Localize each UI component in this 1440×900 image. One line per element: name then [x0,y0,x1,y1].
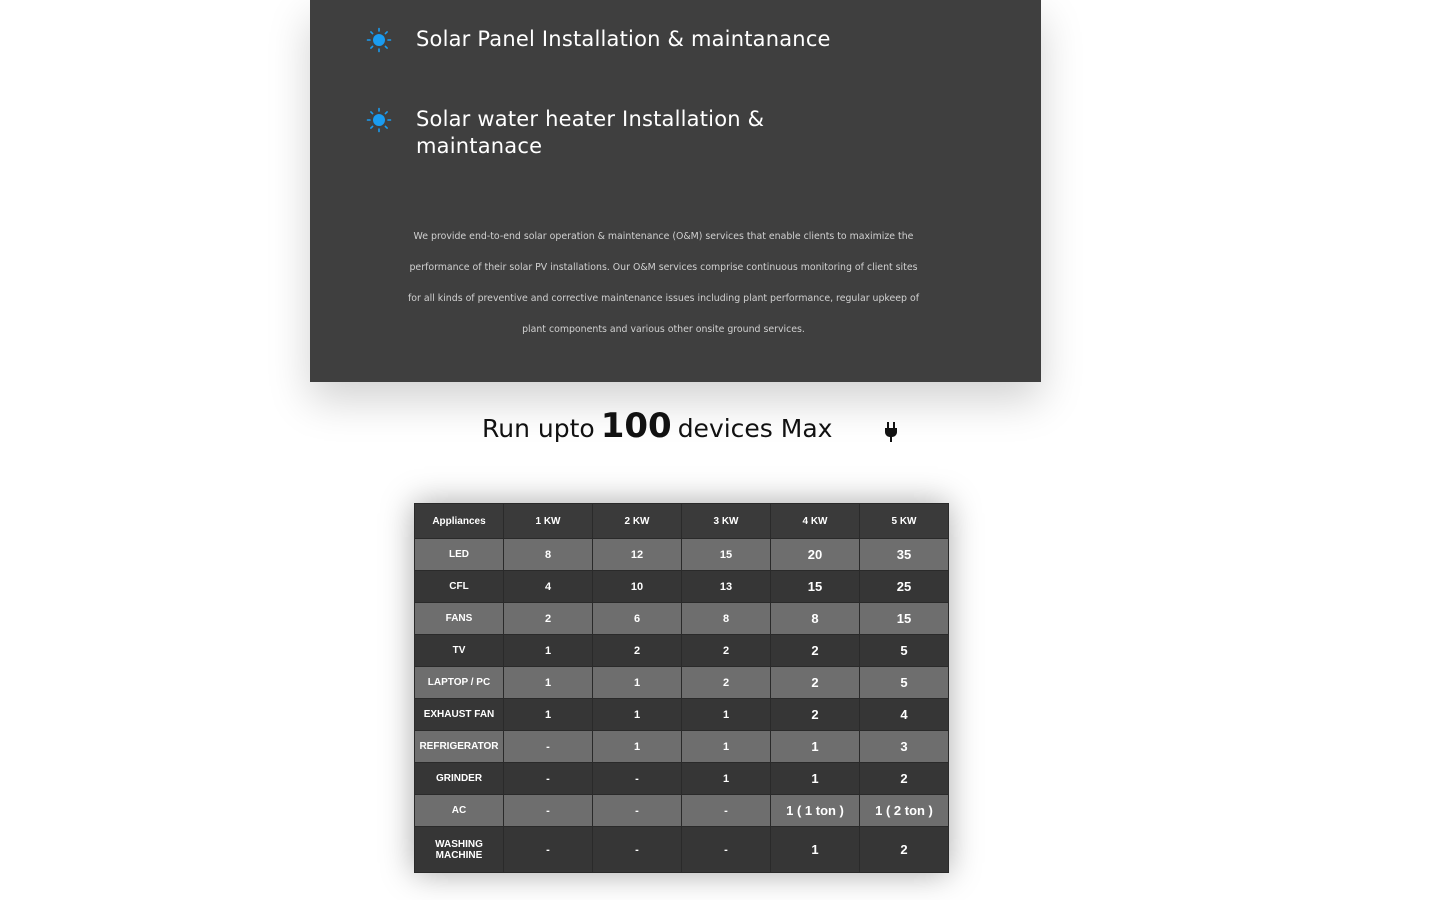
device-count-cell: - [592,826,682,873]
device-count-cell: 2 [770,698,860,731]
table-row: AC - - -1 ( 1 ton ) 1 ( 2 ton ) [414,794,949,827]
device-count-cell: - [681,826,771,873]
service-item: Solar water heater Installation & mainta… [366,106,766,160]
device-count-cell: - [681,794,771,827]
table-row: LAPTOP / PC 1 1 2 2 5 [414,666,949,699]
device-count-cell: 8 [770,602,860,635]
device-count-cell: 2 [770,666,860,699]
appliance-table-container: Appliances 1 KW 2 KW 3 KW 4 KW 5 KW LED 8… [414,503,949,873]
device-count-cell: 4 [503,570,593,603]
device-count-cell: 20 [770,538,860,571]
table-header-cell: 4 KW [770,503,860,539]
table-header-cell: 2 KW [592,503,682,539]
device-count-cell: - [592,794,682,827]
table-header-cell: 1 KW [503,503,593,539]
table-header-row: Appliances 1 KW 2 KW 3 KW 4 KW 5 KW [414,503,949,539]
headline-number: 100 [600,406,672,446]
device-count-cell: - [592,762,682,795]
appliance-name-cell: AC [414,794,504,827]
device-count-cell: 2 [681,634,771,667]
device-count-cell: 5 [859,666,949,699]
device-count-cell: 1 [592,698,682,731]
page: Solar Panel Installation & maintanance S… [0,0,1440,900]
appliance-name-cell: WASHING MACHINE [414,826,504,873]
device-count-cell: 8 [681,602,771,635]
device-count-cell: 1 [592,666,682,699]
device-count-cell: 1 [503,698,593,731]
device-count-cell: 1 [592,730,682,763]
device-count-cell: 25 [859,570,949,603]
device-count-cell: - [503,794,593,827]
device-count-cell: 1 ( 1 ton ) [770,794,860,827]
device-count-cell: 1 [503,634,593,667]
service-item: Solar Panel Installation & maintanance [366,26,831,53]
table-body: LED 8 12 15 20 35 CFL 4 10 13 15 25 FANS 2 6 8 8 15 TV 1 2 2 2… [414,538,949,873]
appliance-name-cell: EXHAUST FAN [414,698,504,731]
device-count-cell: 13 [681,570,771,603]
appliance-name-cell: TV [414,634,504,667]
table-row: EXHAUST FAN 1 1 1 2 4 [414,698,949,731]
services-description: We provide end-to-end solar operation & … [407,231,920,336]
device-count-cell: 15 [681,538,771,571]
device-count-cell: 2 [503,602,593,635]
table-row: TV 1 2 2 2 5 [414,634,949,667]
table-row: WASHING MACHINE - - -1 2 [414,826,949,873]
appliance-name-cell: REFRIGERATOR [414,730,504,763]
device-count-cell: - [503,730,593,763]
appliance-name-cell: LED [414,538,504,571]
device-count-cell: 12 [592,538,682,571]
device-count-cell: 1 ( 2 ton ) [859,794,949,827]
appliance-name-cell: FANS [414,602,504,635]
device-count-cell: 6 [592,602,682,635]
device-count-cell: 1 [681,698,771,731]
table-header-cell: 5 KW [859,503,949,539]
capacity-headline: Run upto 100 devices Max [482,406,902,458]
table-row: GRINDER - -1 1 2 [414,762,949,795]
headline-prefix: Run upto [482,414,595,443]
device-count-cell: - [503,762,593,795]
appliance-capacity-table: Appliances 1 KW 2 KW 3 KW 4 KW 5 KW LED 8… [414,503,949,873]
device-count-cell: 15 [770,570,860,603]
device-count-cell: 10 [592,570,682,603]
services-panel: Solar Panel Installation & maintanance S… [310,0,1041,382]
device-count-cell: 3 [859,730,949,763]
device-count-cell: 1 [770,762,860,795]
headline-suffix: devices Max [677,414,833,443]
appliance-name-cell: LAPTOP / PC [414,666,504,699]
table-row: CFL 4 10 13 15 25 [414,570,949,603]
service-title: Solar Panel Installation & maintanance [416,27,831,51]
table-row: FANS 2 6 8 8 15 [414,602,949,635]
device-count-cell: 15 [859,602,949,635]
table-row: LED 8 12 15 20 35 [414,538,949,571]
appliance-name-cell: CFL [414,570,504,603]
device-count-cell: 1 [503,666,593,699]
device-count-cell: 1 [770,826,860,873]
service-title: Solar water heater Installation & mainta… [416,107,765,158]
plug-icon [885,422,897,442]
sun-icon [366,27,392,53]
appliance-name-cell: GRINDER [414,762,504,795]
table-header-cell: Appliances [414,503,504,539]
device-count-cell: 2 [592,634,682,667]
device-count-cell: 2 [859,762,949,795]
device-count-cell: 2 [859,826,949,873]
sun-icon [366,107,392,133]
device-count-cell: - [503,826,593,873]
device-count-cell: 5 [859,634,949,667]
device-count-cell: 4 [859,698,949,731]
device-count-cell: 1 [770,730,860,763]
device-count-cell: 2 [681,666,771,699]
device-count-cell: 8 [503,538,593,571]
table-row: REFRIGERATOR -1 1 1 3 [414,730,949,763]
device-count-cell: 1 [681,762,771,795]
device-count-cell: 1 [681,730,771,763]
table-header-cell: 3 KW [681,503,771,539]
device-count-cell: 2 [770,634,860,667]
device-count-cell: 35 [859,538,949,571]
